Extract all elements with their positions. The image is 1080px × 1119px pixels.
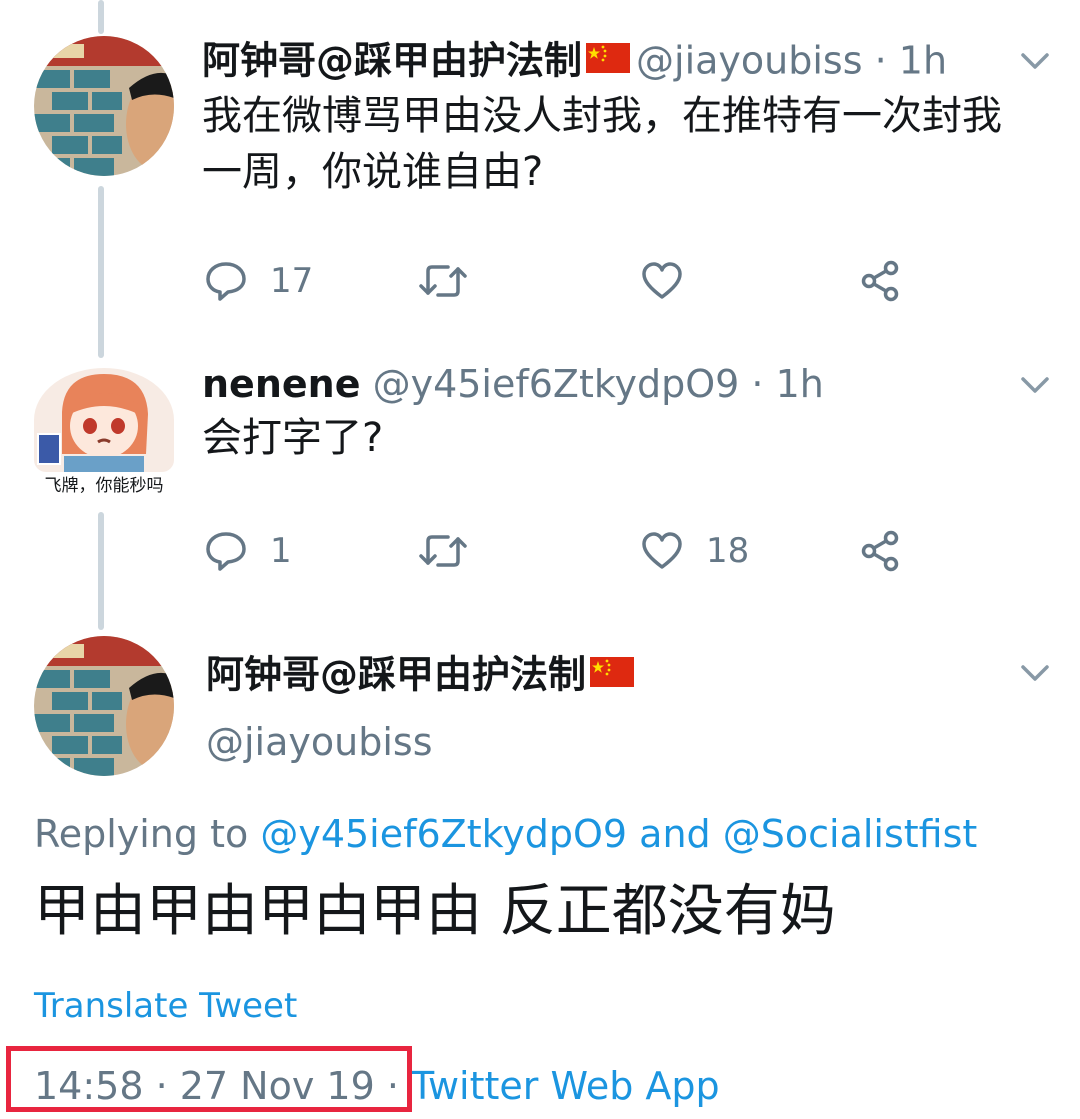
china-flag-icon [586,32,631,88]
heart-icon [640,529,684,573]
avatar[interactable] [34,36,174,176]
reply-button[interactable]: 17 [204,256,313,306]
source-app-link[interactable]: Twitter Web App [411,1064,720,1108]
retweet-button[interactable] [418,256,490,306]
handle[interactable]: @y45ief6ZtkydpO9 [373,362,740,406]
thread-line-1 [98,186,104,358]
avatar-caption: 飞牌，你能秒吗 [44,476,164,496]
share-icon [858,259,902,303]
share-icon [858,529,902,573]
like-count: 18 [706,531,750,571]
replying-user-link-2[interactable]: @Socialistfist [723,812,978,856]
retweet-button[interactable] [418,526,490,576]
chevron-down-icon[interactable] [1018,368,1052,402]
tweet-text: 我在微博骂甲由没人封我，在推特有一次封我 一周，你说谁自由? [202,88,1052,200]
thread-line-top [98,0,104,34]
chevron-down-icon[interactable] [1018,44,1052,78]
separator: · [874,38,887,83]
timestamp[interactable]: 1h [776,362,824,406]
share-button[interactable] [858,526,902,576]
reply-count: 1 [270,531,292,571]
retweet-icon [418,259,468,303]
thread-line-2 [98,512,104,630]
retweet-icon [418,529,468,573]
focused-tweet-text: 甲由甲由甲甴甲由 反正都没有妈 [34,879,836,944]
display-name[interactable]: 阿钟哥@踩甲由护法制 [202,39,582,83]
tweet-header: 阿钟哥@踩甲由护法制 @jiayoubiss · 1h [202,32,947,88]
tweet-text-line-2: 一周，你说谁自由? [202,149,544,195]
replying-and[interactable]: and [639,812,711,856]
like-button[interactable]: 18 [640,526,749,576]
tweet-text: 会打字了? [202,415,384,461]
handle[interactable]: @jiayoubiss [636,39,863,83]
timestamp[interactable]: 1h [899,39,947,83]
replying-to: Replying to @y45ief6ZtkydpO9 and @Social… [34,808,977,860]
handle[interactable]: @jiayoubiss [206,716,433,768]
reply-count: 17 [270,261,314,301]
china-flag-icon [590,646,635,702]
translate-tweet-link[interactable]: Translate Tweet [34,982,297,1030]
reply-icon [204,529,248,573]
separator: · [751,362,764,406]
chevron-down-icon[interactable] [1018,656,1052,690]
heart-icon [640,259,684,303]
replying-user-link[interactable]: @y45ief6ZtkydpO9 [260,812,627,856]
replying-prefix: Replying to [34,812,249,856]
reply-icon [204,259,248,303]
like-button[interactable] [640,256,706,306]
tweet-text-line-1: 我在微博骂甲由没人封我，在推特有一次封我 [202,93,1002,139]
display-name[interactable]: 阿钟哥@踩甲由护法制 [206,653,586,697]
reply-button[interactable]: 1 [204,526,292,576]
share-button[interactable] [858,256,902,306]
display-name[interactable]: nenene [202,362,360,406]
avatar[interactable] [34,636,174,776]
tweet-header: nenene @y45ief6ZtkydpO9 · 1h [202,356,824,412]
avatar[interactable]: 飞牌，你能秒吗 [34,368,174,504]
highlight-box [6,1046,412,1112]
focused-name-line: 阿钟哥@踩甲由护法制 [206,646,640,702]
